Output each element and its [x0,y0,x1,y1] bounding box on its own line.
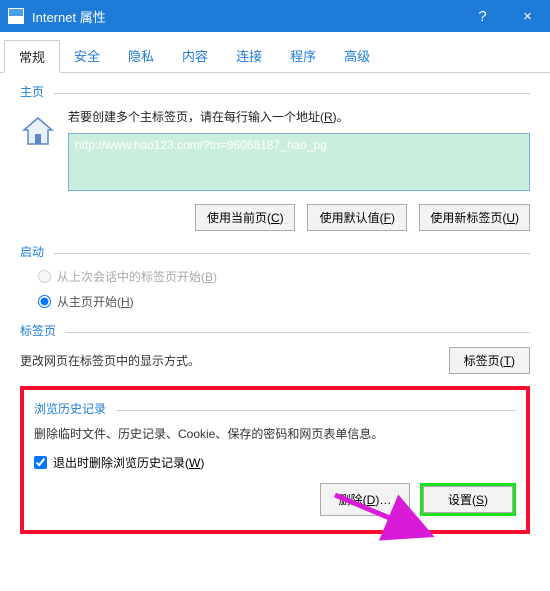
tab-content[interactable]: 内容 [168,40,222,72]
startup-last-session-input[interactable] [38,270,51,283]
history-settings-button[interactable]: 设置(S) [423,486,513,513]
homepage-url-field[interactable] [68,133,530,191]
watermark-text: 大地系统 [498,560,550,577]
settings-highlight-box: 设置(S) [420,483,516,516]
internet-options-icon [8,8,24,24]
homepage-group: 主页 若要创建多个主标签页，请在每行输入一个地址(R)。 使用当前页(C) 使用… [20,83,530,231]
startup-homepage-input[interactable] [38,295,51,308]
tabs-group-label: 标签页 [20,322,530,339]
history-description: 删除临时文件、历史记录、Cookie、保存的密码和网页表单信息。 [34,425,516,442]
use-default-button[interactable]: 使用默认值(F) [307,204,407,231]
homepage-group-text: 主页 [20,83,44,100]
delete-history-button[interactable]: 删除(D)… [320,483,410,516]
general-panel: 主页 若要创建多个主标签页，请在每行输入一个地址(R)。 使用当前页(C) 使用… [0,73,550,534]
tab-privacy[interactable]: 隐私 [114,40,168,72]
home-icon [20,112,56,148]
delete-on-exit-input[interactable] [34,456,47,469]
tab-strip: 常规 安全 隐私 内容 连接 程序 高级 [0,32,550,73]
tabs-settings-button[interactable]: 标签页(T) [449,347,530,374]
tab-security[interactable]: 安全 [60,40,114,72]
startup-group-label: 启动 [20,243,530,260]
close-button[interactable]: × [505,0,550,32]
window-title: Internet 属性 [32,7,460,26]
startup-last-session-radio[interactable]: 从上次会话中的标签页开始(B) [38,268,530,285]
watermark-logo-icon [458,551,492,585]
homepage-group-label: 主页 [20,83,530,100]
titlebar: Internet 属性 ? × [0,0,550,32]
tab-connections[interactable]: 连接 [222,40,276,72]
delete-on-exit-checkbox[interactable]: 退出时删除浏览历史记录(W) [34,454,516,471]
tabs-group: 标签页 更改网页在标签页中的显示方式。 标签页(T) [20,322,530,374]
tabs-description: 更改网页在标签页中的显示方式。 [20,352,449,369]
watermark: 大地系统 [458,551,550,585]
tab-general[interactable]: 常规 [4,40,60,73]
startup-group: 启动 从上次会话中的标签页开始(B) 从主页开始(H) [20,243,530,310]
startup-homepage-radio[interactable]: 从主页开始(H) [38,293,530,310]
use-new-tab-button[interactable]: 使用新标签页(U) [419,204,530,231]
history-group-label: 浏览历史记录 [34,400,516,417]
help-button[interactable]: ? [460,0,505,32]
divider [54,93,530,94]
homepage-prompt: 若要创建多个主标签页，请在每行输入一个地址(R)。 [68,108,530,125]
tab-programs[interactable]: 程序 [276,40,330,72]
use-current-page-button[interactable]: 使用当前页(C) [195,204,295,231]
tab-advanced[interactable]: 高级 [330,40,384,72]
history-highlight-box: 浏览历史记录 删除临时文件、历史记录、Cookie、保存的密码和网页表单信息。 … [20,386,530,534]
